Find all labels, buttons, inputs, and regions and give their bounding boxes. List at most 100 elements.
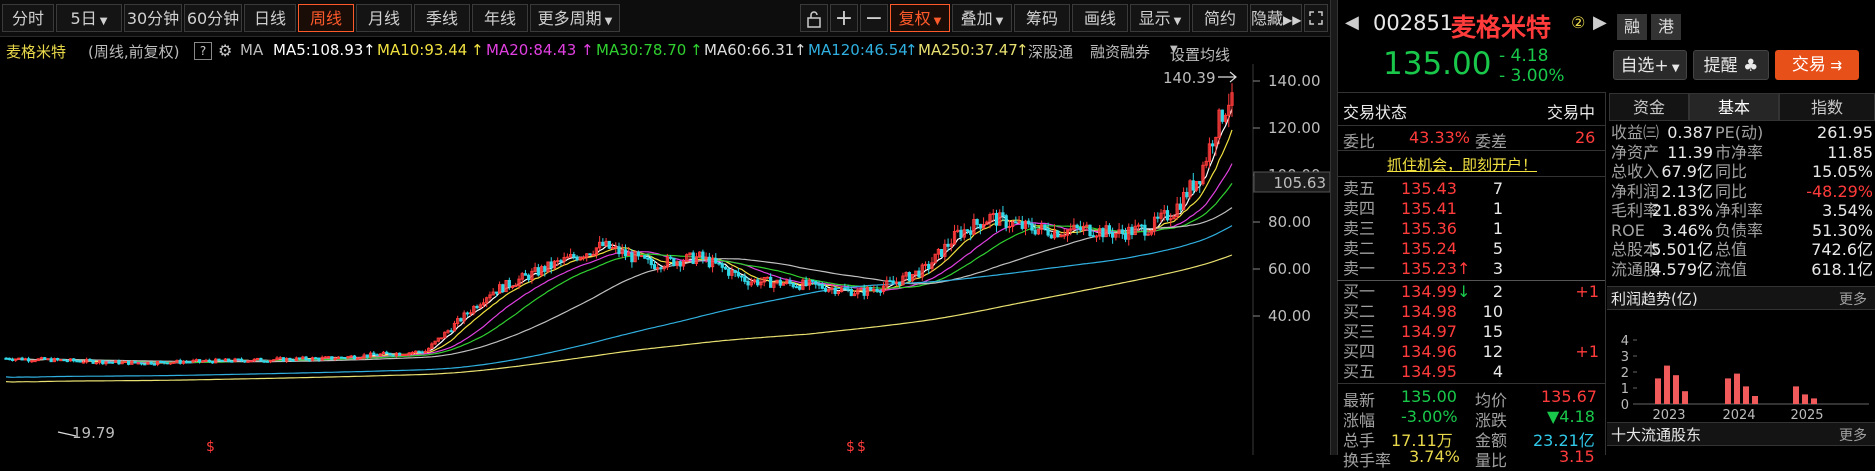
price-change-pct: - 3.00% bbox=[1499, 66, 1565, 86]
add-watchlist-button[interactable]: 自选+ ▼ bbox=[1613, 50, 1687, 80]
fundamental-value: 21.83% bbox=[1651, 201, 1713, 220]
tab-30min[interactable]: 30分钟 bbox=[124, 4, 182, 32]
fundamental-value: 51.30% bbox=[1811, 220, 1873, 240]
candle-body bbox=[107, 361, 111, 364]
trade-button[interactable]: 交易 ⇉ bbox=[1775, 50, 1859, 80]
fundamental-label: 同比 bbox=[1715, 181, 1748, 201]
simple-button[interactable]: 简约 bbox=[1192, 4, 1248, 32]
candle-body bbox=[572, 254, 576, 258]
zoom-in-icon[interactable]: + bbox=[830, 4, 858, 32]
fundamental-label: 净利润 bbox=[1611, 181, 1660, 201]
hide-button[interactable]: 隐藏▶▶ bbox=[1250, 4, 1302, 32]
next-stock-icon[interactable]: ▶ bbox=[1593, 12, 1607, 33]
draw-button[interactable]: 画线 bbox=[1072, 4, 1128, 32]
prev-stock-icon[interactable]: ◀ bbox=[1345, 12, 1359, 33]
bid-level[interactable]: 买一 134.99 ↓ 2 +1 bbox=[1337, 282, 1605, 302]
candle-body bbox=[817, 283, 821, 286]
candle-body bbox=[333, 357, 337, 360]
open-account-banner[interactable]: 抓住机会，即刻开户！ bbox=[1387, 154, 1537, 175]
up-arrow-icon: ↑ bbox=[905, 41, 918, 59]
candle-body bbox=[307, 359, 311, 362]
profit-more-link[interactable]: 更多 bbox=[1839, 289, 1867, 309]
holders-more-link[interactable]: 更多 bbox=[1839, 425, 1867, 445]
buy-levels: 买一 134.99 ↓ 2 +1 买二 134.98 10 买三 134.97 15 买四 134.96… bbox=[1337, 282, 1605, 382]
tab-more-periods[interactable]: 更多周期 ▼ bbox=[530, 4, 620, 32]
candle-body bbox=[1198, 180, 1202, 185]
up-arrow-icon: ↑ bbox=[581, 41, 594, 59]
ratio-value: 3.15 bbox=[1559, 447, 1595, 466]
tab-basic[interactable]: 基本 bbox=[1689, 93, 1779, 121]
bid-level[interactable]: 买二 134.98 10 bbox=[1337, 302, 1605, 322]
bid-label: 买四 bbox=[1343, 342, 1376, 361]
profit-trend-header: 利润趋势(亿) 更多 bbox=[1607, 286, 1875, 310]
candle-body bbox=[172, 361, 176, 364]
candle-body bbox=[323, 356, 328, 359]
candle-body bbox=[581, 256, 586, 259]
candle-body bbox=[197, 359, 202, 363]
ask-level[interactable]: 卖五 135.43 7 bbox=[1337, 179, 1605, 199]
candle-body bbox=[62, 359, 66, 362]
candle-body bbox=[1020, 221, 1024, 229]
high-price-label: 140.39 bbox=[1163, 69, 1216, 87]
tab-monthly[interactable]: 月线 bbox=[356, 4, 412, 32]
tab-quarterly[interactable]: 季线 bbox=[414, 4, 470, 32]
ask-level[interactable]: 卖四 135.41 1 bbox=[1337, 199, 1605, 219]
candle-body bbox=[1143, 224, 1147, 236]
settings-gear-icon[interactable]: ⚙ bbox=[218, 41, 232, 60]
tab-daily[interactable]: 日线 bbox=[244, 4, 296, 32]
down-arrow-icon: ↓ bbox=[1457, 282, 1471, 301]
kline-chart[interactable]: 140.00120.00100.0080.0060.0040.00 105.63… bbox=[0, 64, 1330, 455]
tab-yearly[interactable]: 年线 bbox=[472, 4, 528, 32]
ask-level[interactable]: 卖三 135.36 1 bbox=[1337, 219, 1605, 239]
bid-level[interactable]: 买三 134.97 15 bbox=[1337, 322, 1605, 342]
link-margin[interactable]: 融资融券 bbox=[1090, 41, 1150, 62]
candle-body bbox=[756, 279, 760, 286]
tab-weekly[interactable]: 周线 bbox=[298, 4, 354, 32]
tab-capital[interactable]: 资金 bbox=[1609, 93, 1689, 121]
help-icon[interactable]: ? bbox=[194, 42, 212, 60]
candle-body bbox=[126, 360, 131, 365]
fundamental-value: -48.29% bbox=[1806, 181, 1873, 201]
alert-button[interactable]: 提醒 ♣ bbox=[1693, 50, 1769, 80]
tab-fenshi[interactable]: 分时 bbox=[2, 4, 54, 32]
fuquan-button[interactable]: 复权 ▼ bbox=[890, 4, 950, 32]
candle-body bbox=[862, 288, 866, 296]
bid-level[interactable]: 买四 134.96 12 +1 bbox=[1337, 342, 1605, 362]
price-tick-label: 120.00 bbox=[1268, 119, 1321, 137]
candle-body bbox=[185, 361, 189, 364]
candle-body bbox=[210, 360, 215, 364]
candle-body bbox=[846, 288, 850, 291]
ask-price: 135.43 bbox=[1401, 179, 1457, 198]
fullscreen-icon[interactable] bbox=[1304, 4, 1328, 32]
fundamental-row: 净利润 2.13亿 同比 -48.29% bbox=[1609, 182, 1875, 201]
candle-body bbox=[46, 358, 50, 361]
ask-level[interactable]: 卖二 135.24 5 bbox=[1337, 239, 1605, 259]
bid-level[interactable]: 买五 134.95 4 bbox=[1337, 362, 1605, 382]
candle-body bbox=[556, 260, 560, 263]
candle-body bbox=[565, 256, 570, 259]
fundamental-value: 618.1亿 bbox=[1811, 259, 1873, 279]
candle-body bbox=[391, 354, 395, 357]
ask-label: 卖二 bbox=[1343, 239, 1376, 258]
fundamental-row: 总股本 5.501亿 总值 742.6亿 bbox=[1609, 240, 1875, 259]
overlay-label: 叠加 bbox=[960, 9, 993, 28]
display-button[interactable]: 显示 ▼ bbox=[1130, 4, 1190, 32]
ask-level[interactable]: 卖一 135.23 ↑ 3 bbox=[1337, 259, 1605, 279]
tab-60min[interactable]: 60分钟 bbox=[184, 4, 242, 32]
margin-tag: 融 bbox=[1617, 14, 1647, 40]
candle-body bbox=[230, 360, 234, 363]
candle-body bbox=[359, 357, 363, 360]
link-shengutong[interactable]: 深股通 bbox=[1028, 41, 1073, 62]
candle-body bbox=[165, 362, 169, 365]
ask-volume: 3 bbox=[1492, 259, 1503, 278]
zoom-out-icon[interactable]: − bbox=[860, 4, 888, 32]
chips-button[interactable]: 筹码 bbox=[1014, 4, 1070, 32]
tab-5day[interactable]: 5日 ▼ bbox=[56, 4, 122, 32]
candle-body bbox=[459, 318, 463, 322]
overlay-button[interactable]: 叠加 ▼ bbox=[952, 4, 1012, 32]
bid-volume: 2 bbox=[1492, 282, 1503, 301]
tab-index[interactable]: 指数 bbox=[1779, 93, 1875, 121]
fundamental-label: 总值 bbox=[1715, 240, 1748, 259]
profit-year-label: 2024 bbox=[1722, 408, 1755, 423]
lock-icon[interactable] bbox=[800, 4, 828, 32]
